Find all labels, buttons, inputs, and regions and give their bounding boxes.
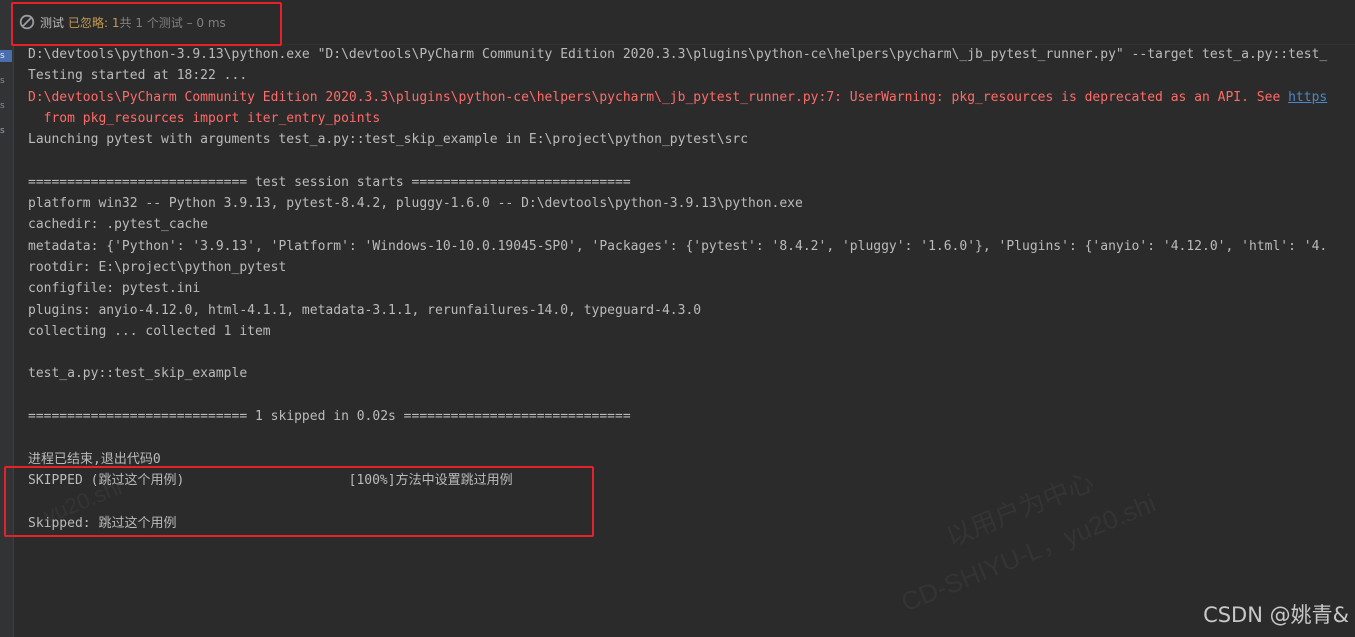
gutter-tab[interactable]: s — [0, 125, 12, 137]
console-line: ============================ 1 skipped i… — [28, 406, 1355, 427]
console-line-text: test_a.py::test_skip_example — [28, 366, 248, 382]
console-line: ============================ test sessio… — [28, 172, 1355, 193]
console-line-text: platform win32 -- Python 3.9.13, pytest-… — [28, 196, 803, 212]
ignored-circle-icon — [19, 14, 35, 30]
console-line-text: 进程已结束,退出代码0 — [28, 451, 161, 467]
console-line-text: Testing started at 18:22 ... — [28, 68, 248, 84]
console-line-text: from pkg_resources import iter_entry_poi… — [28, 110, 381, 126]
console-line-text: Launching pytest with arguments test_a.p… — [28, 132, 749, 148]
left-gutter: s s s s s — [0, 0, 14, 637]
console-line: D:\devtools\python-3.9.13\python.exe "D:… — [28, 44, 1355, 65]
gutter-tab[interactable]: s — [0, 100, 12, 112]
console-line-text: ============================ 1 skipped i… — [28, 409, 631, 425]
console-link[interactable]: https — [1288, 90, 1327, 105]
test-status: 测试 已忽略: 1 共 1 个测试 – 0 ms — [19, 12, 226, 32]
console-output[interactable]: D:\devtools\python-3.9.13\python.exe "D:… — [28, 44, 1355, 637]
console-line: metadata: {'Python': '3.9.13', 'Platform… — [28, 236, 1355, 257]
console-line: from pkg_resources import iter_entry_poi… — [28, 108, 1355, 129]
console-line: rootdir: E:\project\python_pytest — [28, 257, 1355, 278]
status-summary: 共 1 个测试 – 0 ms — [119, 15, 226, 30]
console-line-text: metadata: {'Python': '3.9.13', 'Platform… — [28, 238, 1328, 254]
csdn-watermark: CSDN @姚青& — [1203, 603, 1349, 627]
console-line: SKIPPED (跳过这个用例) [100%]方法中设置跳过用例 — [28, 470, 1355, 491]
console-line: platform win32 -- Python 3.9.13, pytest-… — [28, 193, 1355, 214]
console-line-text: SKIPPED (跳过这个用例) [100%]方法中设置跳过用例 — [28, 472, 513, 488]
console-line: D:\devtools\PyCharm Community Edition 20… — [28, 87, 1355, 108]
console-line-text: plugins: anyio-4.12.0, html-4.1.1, metad… — [28, 302, 702, 318]
console-line: 进程已结束,退出代码0 — [28, 449, 1355, 470]
console-line-text: configfile: pytest.ini — [28, 281, 201, 297]
status-ignored-count: 已忽略: 1 — [68, 15, 120, 30]
console-line: test_a.py::test_skip_example — [28, 363, 1355, 384]
gutter-tab[interactable]: s — [0, 75, 12, 87]
test-status-bar: 测试 已忽略: 1 共 1 个测试 – 0 ms — [13, 0, 1355, 45]
console-line-text: collecting ... collected 1 item — [28, 323, 271, 339]
console-line-text: Skipped: 跳过这个用例 — [28, 515, 177, 531]
gutter-tab[interactable]: s — [0, 50, 12, 62]
console-line-text: cachedir: .pytest_cache — [28, 217, 209, 233]
status-label: 测试 — [40, 15, 65, 30]
console-line: Launching pytest with arguments test_a.p… — [28, 129, 1355, 150]
run-tool-window: s s s s s 测试 已忽略: 1 共 1 个测试 – 0 ms D:\de… — [0, 0, 1355, 637]
console-line: collecting ... collected 1 item — [28, 321, 1355, 342]
console-line-text: D:\devtools\python-3.9.13\python.exe "D:… — [28, 47, 1328, 62]
console-line-text: ============================ test sessio… — [28, 174, 631, 190]
console-line: Testing started at 18:22 ... — [28, 65, 1355, 86]
console-line: cachedir: .pytest_cache — [28, 214, 1355, 235]
console-line: Skipped: 跳过这个用例 — [28, 513, 1355, 534]
console-line: configfile: pytest.ini — [28, 278, 1355, 299]
console-line: plugins: anyio-4.12.0, html-4.1.1, metad… — [28, 300, 1355, 321]
console-line-text: D:\devtools\PyCharm Community Edition 20… — [28, 89, 1289, 105]
console-line-text: rootdir: E:\project\python_pytest — [28, 259, 287, 275]
